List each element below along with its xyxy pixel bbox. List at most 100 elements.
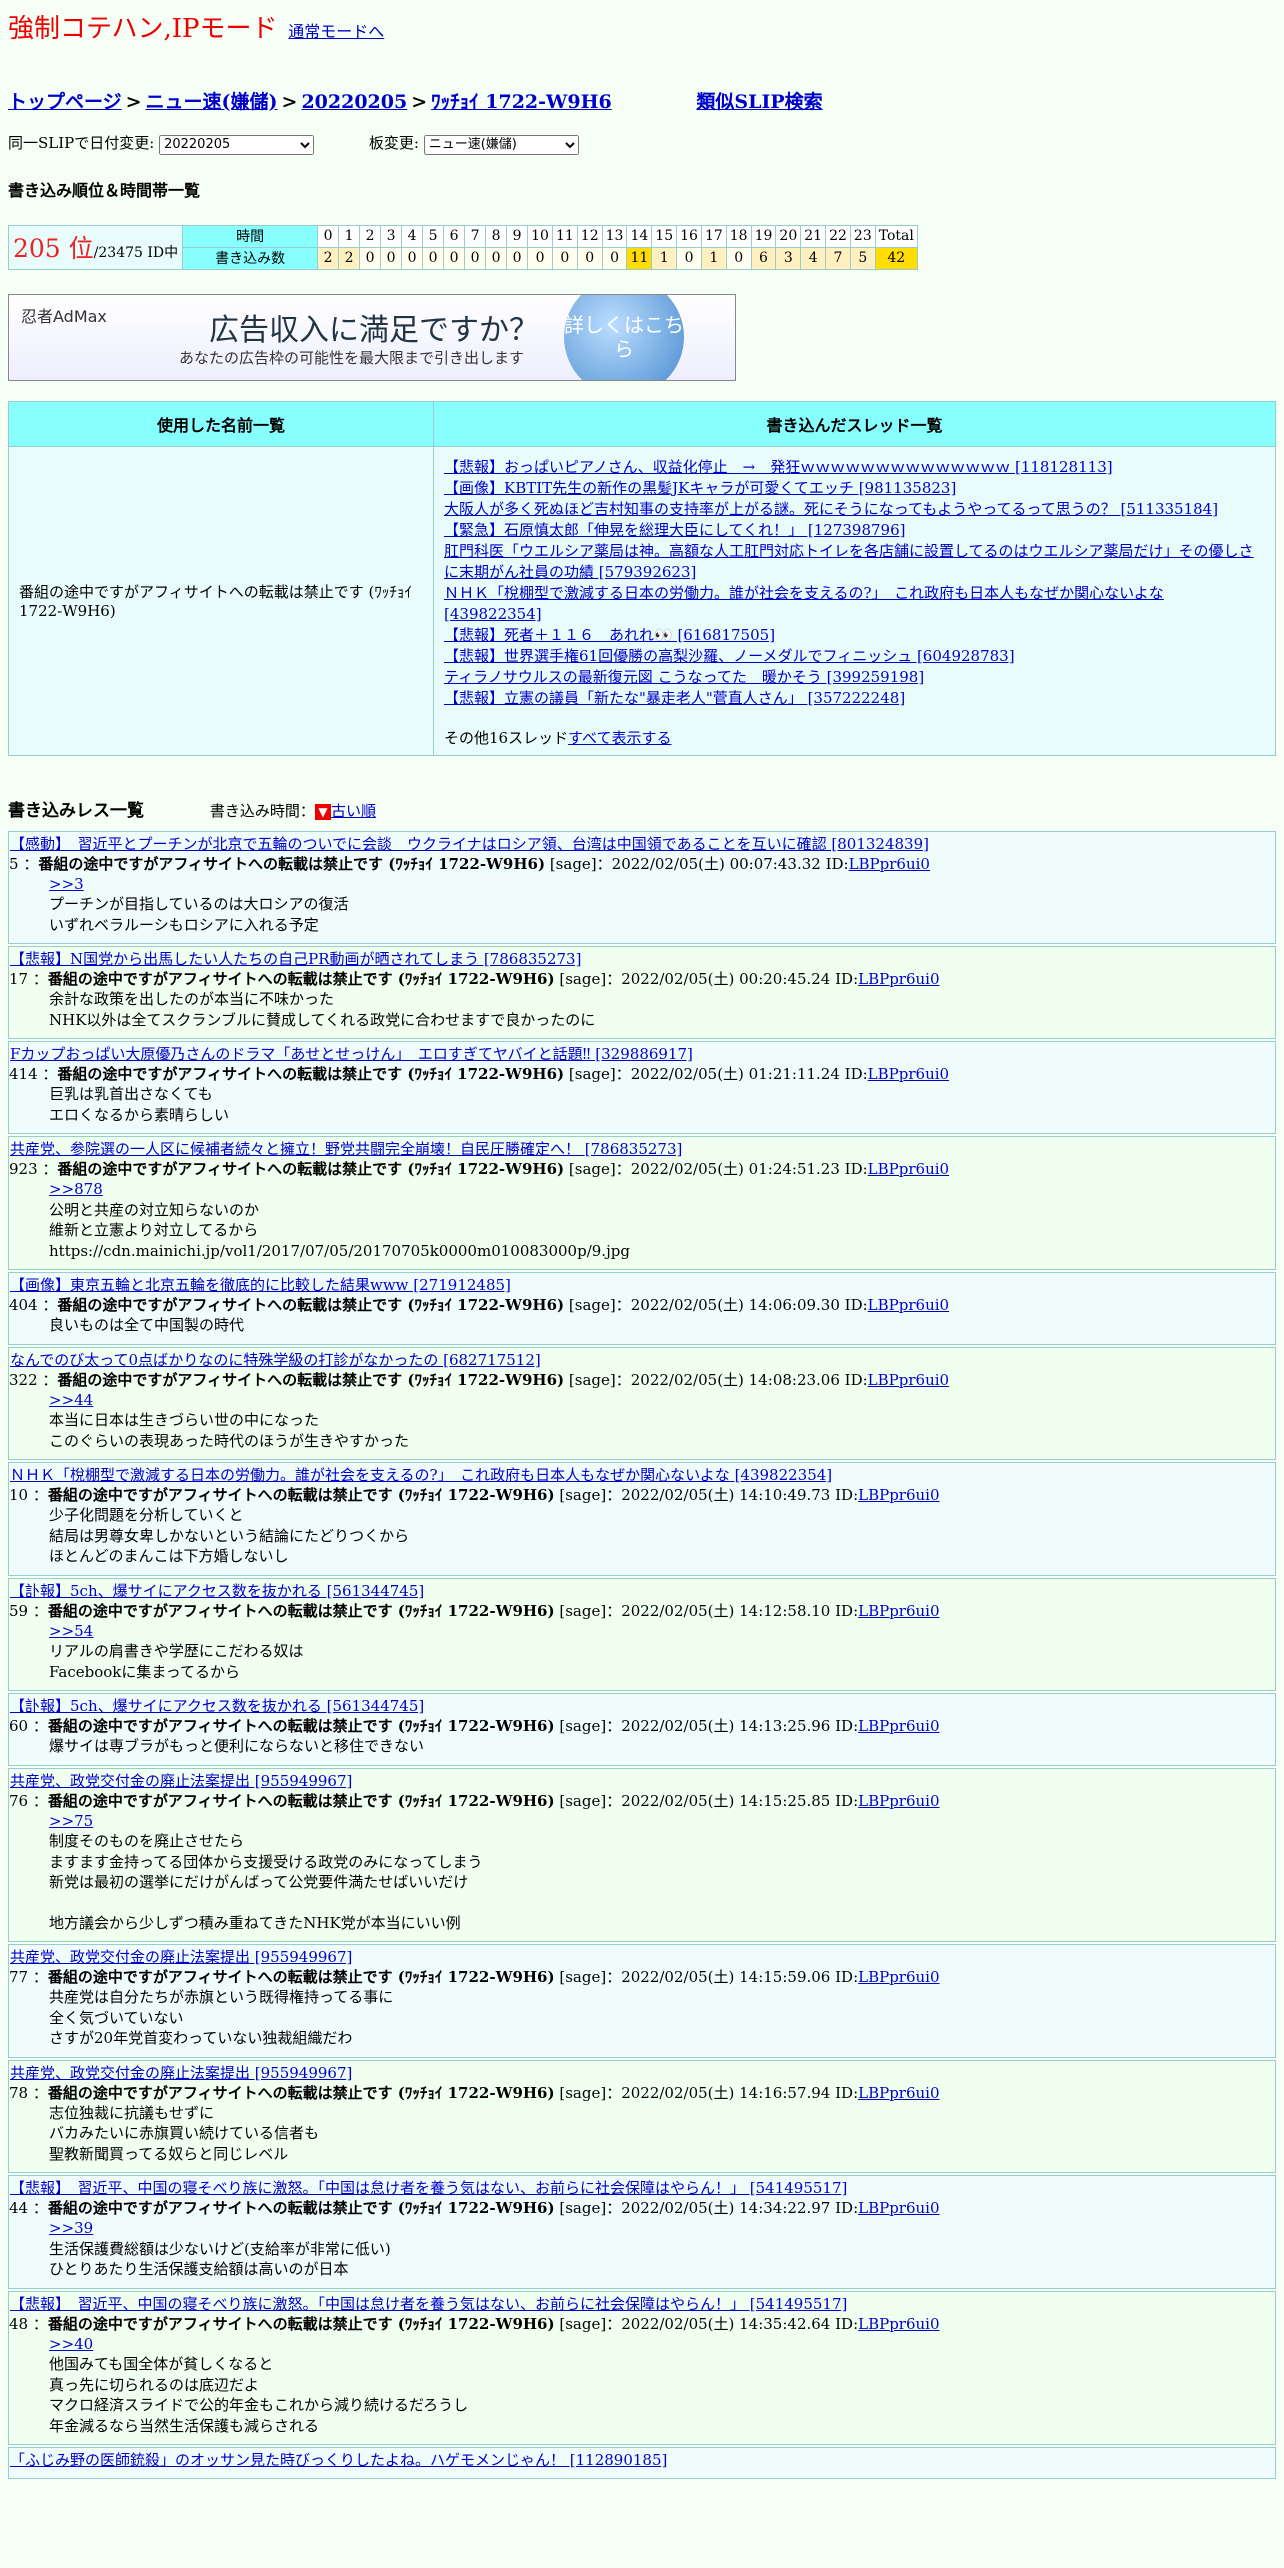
similar-slip-search-link[interactable]: 類似SLIP検索 [696,91,822,113]
post-header: 60 ：番組の途中ですがアフィサイトへの転載は禁止です (ﾜｯﾁｮｲ 1722-… [9,1717,940,1735]
breadcrumb-board[interactable]: ニュー速(嫌儲) [146,91,278,113]
post-line: 聖教新聞買ってる奴らと同じレベル [49,2144,289,2163]
rank-value: 205 位 [13,234,94,263]
post-id-link[interactable]: LBPpr6ui0 [858,1968,939,1986]
post-thread-link[interactable]: 【画像】東京五輪と北京五輪を徹底的に比較した結果www [271912485] [9,1273,1275,1295]
post-number: 923 [9,1160,38,1178]
thread-link[interactable]: 肛門科医「ウエルシア薬局は神。高額な人工肛門対応トイレを各店舗に設置してるのはウ… [444,541,1265,583]
post-id-link[interactable]: LBPpr6ui0 [868,1160,949,1178]
hour-cell: 10 [527,224,553,248]
post-line: 年金減るなら当然生活保護も減らされる [49,2416,320,2435]
post-id-link[interactable]: LBPpr6ui0 [858,2084,939,2102]
ad-details-button[interactable]: 詳しくはこちら [564,294,684,380]
thread-link[interactable]: 大阪人が多く死ぬほど吉村知事の支持率が上がる謎。死にそうになってもようやってるっ… [444,499,1265,520]
threads-column-header: 書き込んだスレッド一覧 [433,400,1276,447]
hour-cell: 2 [359,224,382,248]
reply-anchor-link[interactable]: >>878 [49,1179,1275,1200]
reply-anchor-link[interactable]: >>44 [49,1390,1275,1411]
res-list-title: 書き込みレス一覧 [8,800,144,821]
post: 【悲報】 習近平、中国の寝そべり族に激怒。「中国は怠け者を養う気はない、お前らに… [8,2290,1276,2445]
post-id-link[interactable]: LBPpr6ui0 [849,855,930,873]
count-cell: 11 [626,246,653,270]
post-meta: [sage]：2022/02/05(土) 14:15:59.06 ID: [559,1968,859,1986]
post: 共産党、参院選の一人区に候補者続々と擁立！野党共闘完全崩壊！自民圧勝確定へ！ [… [8,1136,1276,1270]
more-threads-count: その他16スレッド [444,728,569,747]
post-thread-link[interactable]: 共産党、政党交付金の廃止法案提出 [955949967] [9,1945,1275,1967]
thread-link[interactable]: 【悲報】おっぱいピアノさん、収益化停止 → 発狂ｗｗｗｗｗｗｗｗｗｗｗｗｗｗ [… [444,457,1265,478]
board-change-label: 板変更: [368,134,419,152]
post-thread-link[interactable]: 共産党、政党交付金の廃止法案提出 [955949967] [9,1769,1275,1791]
post-header: 78 ：番組の途中ですがアフィサイトへの転載は禁止です (ﾜｯﾁｮｲ 1722-… [9,2083,940,2102]
post: 【感動】 習近平とプーチンが北京で五輪のついでに会談 ウクライナはロシア領、台湾… [8,830,1276,944]
post-id-link[interactable]: LBPpr6ui0 [858,2199,939,2217]
post-id-link[interactable]: LBPpr6ui0 [858,1602,939,1620]
reply-anchor-link[interactable]: >>54 [49,1621,1275,1642]
post-meta: [sage]：2022/02/05(土) 14:35:42.64 ID: [559,2314,859,2333]
post-id-link[interactable]: LBPpr6ui0 [858,1792,939,1810]
hour-cell: 19 [750,224,777,248]
post-author-name: 番組の途中ですがアフィサイトへの転載は禁止です (ﾜｯﾁｮｲ 1722-W9H6… [47,2083,555,2102]
post-id-link[interactable]: LBPpr6ui0 [858,1486,939,1504]
breadcrumb-date[interactable]: 20220205 [301,91,407,113]
hour-cell: 17 [700,224,727,248]
post-thread-link[interactable]: なんでのび太って0点ばかりなのに特殊学級の打診がなかったの [682717512… [9,1348,1275,1370]
post-id-link[interactable]: LBPpr6ui0 [868,1296,949,1314]
post-line: ほとんどのまんこは下方婚しないし [49,1547,289,1565]
post-id-link[interactable]: LBPpr6ui0 [858,2315,939,2333]
post-line: 全く気づいていない [49,2008,184,2027]
normal-mode-link[interactable]: 通常モードへ [288,22,384,41]
reply-anchor-link[interactable]: >>3 [49,874,1275,895]
thread-list: 【悲報】おっぱいピアノさん、収益化停止 → 発狂ｗｗｗｗｗｗｗｗｗｗｗｗｗｗ [… [433,445,1276,756]
thread-link[interactable]: ＮＨＫ「梲棚型で激減する日本の労働力。誰が社会を支えるの?」 これ政府も日本人も… [444,583,1265,625]
post-number: 414 [9,1065,38,1083]
thread-link[interactable]: 【画像】KBTIT先生の新作の黒髪JKキャラが可愛くてエッチ [98113582… [444,478,1265,499]
post-thread-link[interactable]: 【悲報】 習近平、中国の寝そべり族に激怒。「中国は怠け者を養う気はない、お前らに… [9,2292,1275,2314]
thread-link[interactable]: 【緊急】石原慎太郎「伸晃を総理大臣にしてくれ！」 [127398796] [444,520,1265,541]
thread-link[interactable]: 【悲報】立憲の議員「新たな"暴走老人"菅直人さん」 [357222248] [444,688,1265,709]
post-line: バカみたいに赤旗買い続けている信者も [49,2124,320,2142]
post-thread-link[interactable]: ＮＨＫ「梲棚型で激減する日本の労働力。誰が社会を支えるの?」 これ政府も日本人も… [9,1463,1275,1485]
hour-cell: 7 [464,224,487,248]
post-number: 10 [9,1486,29,1504]
post-meta: [sage]：2022/02/05(土) 14:13:25.96 ID: [559,1717,859,1735]
post-thread-link[interactable]: 【訃報】5ch、爆サイにアクセス数を抜かれる [561344745] [9,1694,1275,1716]
post-thread-link[interactable]: 共産党、政党交付金の廃止法案提出 [955949967] [9,2061,1275,2083]
names-column-header: 使用した名前一覧 [8,400,434,447]
post-id-link[interactable]: LBPpr6ui0 [858,1717,939,1735]
count-cell: 0 [380,246,403,270]
oldest-first-link[interactable]: 古い順 [331,802,376,820]
breadcrumb-top[interactable]: トップページ [8,91,122,113]
post: 【画像】東京五輪と北京五輪を徹底的に比較した結果www [271912485] 4… [8,1272,1276,1345]
post-meta: [sage]：2022/02/05(土) 00:20:45.24 ID: [559,970,859,988]
post-header: 48 ：番組の途中ですがアフィサイトへの転載は禁止です (ﾜｯﾁｮｲ 1722-… [9,2314,940,2333]
post-line: リアルの肩書きや学歴にこだわる奴は [49,1642,304,1660]
post-thread-link[interactable]: 「ふじみ野の医師銃殺」のオッサン見た時びっくりしたよね。ハゲモメンじゃん！ [1… [9,2448,1275,2470]
thread-link[interactable]: 【悲報】世界選手権61回優勝の高梨沙羅、ノーメダルでフィニッシュ [604928… [444,646,1265,667]
ad-banner[interactable]: 忍者AdMax 広告収入に満足ですか？ あなたの広告枠の可能性を最大限まで引き出… [8,293,736,381]
post-thread-link[interactable]: 【訃報】5ch、爆サイにアクセス数を抜かれる [561344745] [9,1579,1275,1601]
post-thread-link[interactable]: 【悲報】 習近平、中国の寝そべり族に激怒。「中国は怠け者を養う気はない、お前らに… [9,2176,1275,2198]
reply-anchor-link[interactable]: >>40 [49,2334,1275,2355]
count-cell: 3 [775,246,802,270]
post-thread-link[interactable]: Fカップおっぱい大原優乃さんのドラマ「あせとせっけん」 エロすぎてヤバイと話題‼… [9,1042,1275,1064]
post-line: プーチンが目指しているのは大ロシアの復活 [49,895,349,913]
breadcrumb-sep: > [281,91,298,113]
breadcrumb-slip[interactable]: ﾜｯﾁｮｲ 1722-W9H6 [431,91,612,113]
reply-anchor-link[interactable]: >>75 [49,1811,1275,1832]
count-cell: 0 [551,246,578,270]
post-body: >>878 公明と共産の対立知らないのか 維新と立憲より対立してるから https:/… [9,1179,1275,1261]
post-thread-link[interactable]: 【悲報】N国党から出馬したい人たちの自己PR動画が晒されてしまう [786835… [9,947,1275,969]
thread-link[interactable]: 【悲報】死者＋１１６ あれれ👀 [616817505] [444,625,1265,646]
post-line: 結局は男尊女卑しかないという結論にたどりつくから [49,1526,410,1545]
post-number: 60 [9,1717,29,1735]
thread-link[interactable]: ティラノサウルスの最新復元図 こうなってた 暖かそう [399259198] [444,667,1265,688]
post-id-link[interactable]: LBPpr6ui0 [858,970,939,988]
show-all-threads-link[interactable]: すべて表示する [568,729,671,747]
post-thread-link[interactable]: 【感動】 習近平とプーチンが北京で五輪のついでに会談 ウクライナはロシア領、台湾… [9,832,1275,854]
post-id-link[interactable]: LBPpr6ui0 [868,1371,949,1389]
post-thread-link[interactable]: 共産党、参院選の一人区に候補者続々と擁立！野党共闘完全崩壊！自民圧勝確定へ！ [… [9,1137,1275,1159]
post-id-link[interactable]: LBPpr6ui0 [868,1065,949,1083]
date-select[interactable]: 20220205 [159,134,315,155]
board-select[interactable]: ニュー速(嫌儲) [423,134,579,155]
reply-anchor-link[interactable]: >>39 [49,2218,1275,2239]
